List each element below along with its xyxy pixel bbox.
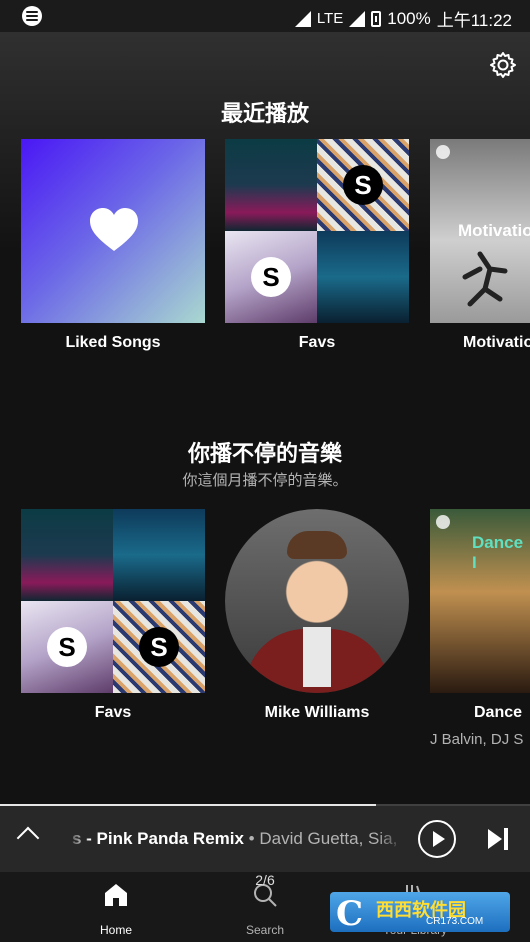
spinnin-logo-icon: S <box>139 627 179 667</box>
settings-gear-icon[interactable] <box>488 50 518 80</box>
track-title: s - Pink Panda Remix <box>72 829 244 848</box>
signal-icon-2 <box>349 10 366 27</box>
card-label: Favs <box>94 704 132 721</box>
card-sublabel: J Balvin, DJ S <box>430 731 524 748</box>
nav-search[interactable]: Search <box>210 882 320 937</box>
artist-avatar <box>225 509 409 693</box>
recently-played-title: 最近播放 <box>220 101 309 126</box>
album-art: S <box>317 139 409 231</box>
cover-title: Dance I <box>472 533 524 572</box>
album-art: S <box>113 601 205 693</box>
battery-percent: 100% <box>387 8 431 28</box>
card-label: Motivatio <box>463 334 530 351</box>
cover-title: Motivatio <box>458 221 530 240</box>
clock: 上午11:22 <box>436 11 512 30</box>
play-button[interactable] <box>418 820 456 858</box>
next-track-icon[interactable] <box>488 828 510 850</box>
battery-icon <box>371 10 382 27</box>
dance-cover: Dance I <box>430 509 530 693</box>
status-indicators: LTE 100% 上午11:22 <box>294 6 512 31</box>
nav-home-label: Home <box>99 923 132 937</box>
album-art <box>225 139 317 231</box>
expand-chevron-icon[interactable] <box>16 826 40 850</box>
mini-player[interactable]: s - Pink Panda Remix • David Guetta, Sia… <box>0 806 530 872</box>
spinnin-logo-icon: S <box>251 257 291 297</box>
now-playing-text[interactable]: s - Pink Panda Remix • David Guetta, Sia… <box>72 829 398 849</box>
spotify-logo-icon <box>436 145 450 159</box>
album-art: S <box>225 231 317 323</box>
nav-search-label: Search <box>245 923 285 937</box>
on-repeat-subtitle: 你這個月播不停的音樂。 <box>182 472 348 489</box>
runner-image <box>462 251 508 307</box>
on-repeat-title: 你播不停的音樂 <box>187 441 342 466</box>
card-label: Mike Williams <box>264 704 370 721</box>
spotify-logo-icon <box>436 515 450 529</box>
status-bar: LTE 100% 上午11:22 <box>0 0 530 32</box>
home-icon <box>105 884 127 906</box>
card-label: Dance <box>474 704 523 721</box>
signal-icon <box>294 10 311 27</box>
album-art <box>113 509 205 601</box>
watermark-url: CR173.COM <box>426 916 484 927</box>
page-indicator: 2/6 <box>255 872 275 888</box>
favs-cover: S S <box>225 139 409 323</box>
network-type: LTE <box>316 10 344 27</box>
heart-icon <box>90 208 138 251</box>
spinnin-logo-icon: S <box>47 627 87 667</box>
liked-songs-cover <box>21 139 205 323</box>
separator: • <box>243 829 260 848</box>
watermark-letter: C <box>336 894 364 934</box>
spinnin-logo-icon: S <box>343 165 383 205</box>
album-art: S <box>21 601 113 693</box>
watermark-logo: C 西西软件园 CR173.COM <box>330 892 510 934</box>
favs-cover: S S <box>21 509 205 693</box>
spotify-notification-icon <box>22 6 42 26</box>
card-label: Favs <box>298 334 336 351</box>
album-art <box>317 231 409 323</box>
nav-home[interactable]: Home <box>61 882 171 937</box>
card-label: Liked Songs <box>65 334 161 351</box>
motivation-cover: Motivatio <box>430 139 530 323</box>
album-art <box>21 509 113 601</box>
